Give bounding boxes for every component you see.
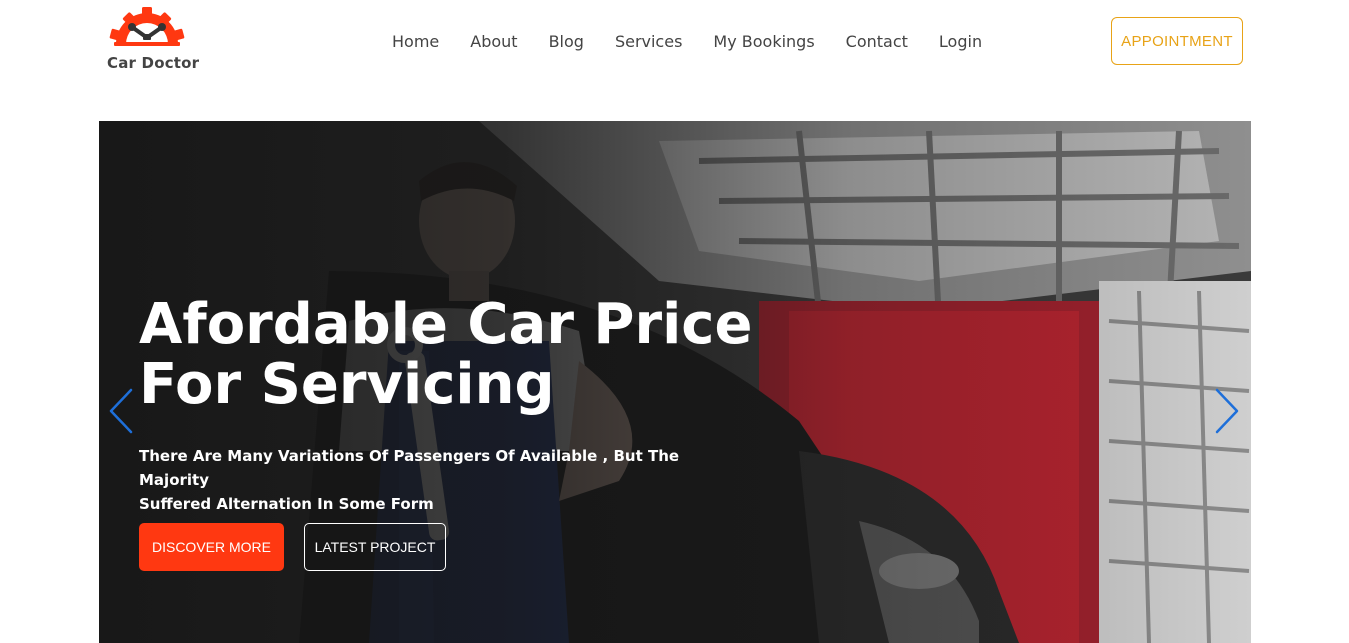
carousel-prev-button[interactable] <box>107 387 137 435</box>
hero-subtitle-line-2: Suffered Alternation In Some Form <box>139 495 434 513</box>
chevron-right-icon <box>1215 388 1239 434</box>
main-nav: Home About Blog Services My Bookings Con… <box>392 30 982 54</box>
gear-wrench-icon <box>109 7 185 46</box>
carousel-next-button[interactable] <box>1211 387 1241 435</box>
brand-logo[interactable]: Car Doctor <box>104 6 199 72</box>
chevron-left-icon <box>109 388 133 434</box>
hero-title-line-2: For Servicing <box>139 352 555 417</box>
nav-blog[interactable]: Blog <box>549 30 584 54</box>
site-header: Car Doctor Home About Blog Services My B… <box>0 0 1349 121</box>
discover-more-button[interactable]: DISCOVER MORE <box>139 523 284 571</box>
nav-services[interactable]: Services <box>615 30 682 54</box>
nav-login[interactable]: Login <box>939 30 982 54</box>
hero-title: Afordable Car Price For Servicing <box>139 295 759 415</box>
latest-project-button[interactable]: LATEST PROJECT <box>304 523 446 571</box>
nav-about[interactable]: About <box>470 30 517 54</box>
nav-home[interactable]: Home <box>392 30 439 54</box>
nav-contact[interactable]: Contact <box>846 30 908 54</box>
hero-subtitle: There Are Many Variations Of Passengers … <box>139 444 719 516</box>
hero-carousel: Afordable Car Price For Servicing There … <box>99 121 1251 643</box>
appointment-button[interactable]: APPOINTMENT <box>1111 17 1243 65</box>
hero-subtitle-line-1: There Are Many Variations Of Passengers … <box>139 447 680 489</box>
nav-my-bookings[interactable]: My Bookings <box>713 30 814 54</box>
brand-name: Car Doctor <box>107 54 200 72</box>
hero-title-line-1: Afordable Car Price <box>139 292 753 357</box>
